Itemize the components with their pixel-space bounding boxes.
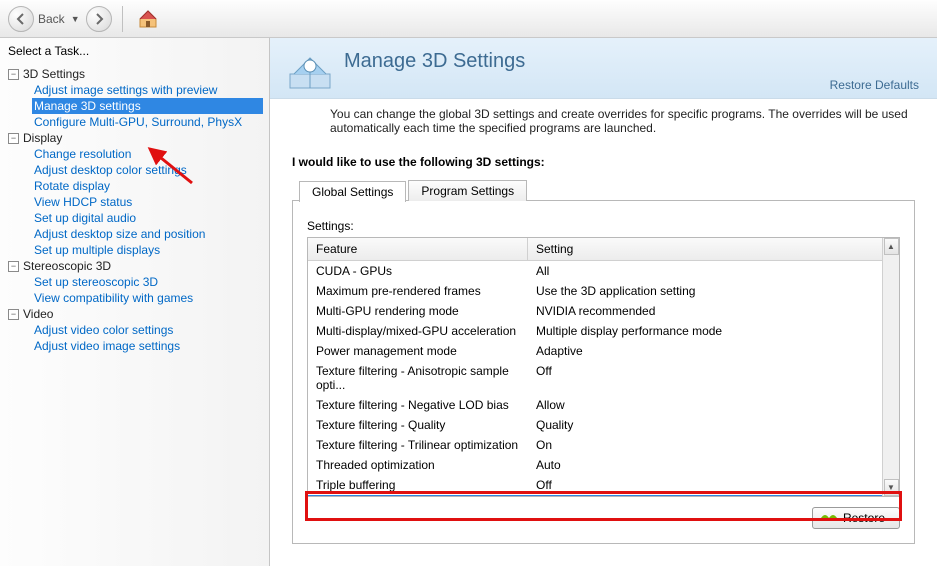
back-label: Back bbox=[38, 12, 65, 26]
tree-link[interactable]: Adjust image settings with preview bbox=[32, 82, 263, 98]
settings-row[interactable]: Texture filtering - QualityQuality bbox=[308, 415, 899, 435]
tree-group[interactable]: −Video bbox=[6, 306, 263, 322]
feature-cell: Triple buffering bbox=[308, 475, 528, 495]
tree-group-label: 3D Settings bbox=[23, 67, 85, 81]
arrow-right-icon bbox=[93, 13, 105, 25]
home-button[interactable] bbox=[133, 6, 163, 32]
feature-cell: Texture filtering - Trilinear optimizati… bbox=[308, 435, 528, 455]
collapse-icon[interactable]: − bbox=[8, 133, 19, 144]
tree-link[interactable]: Change resolution bbox=[32, 146, 263, 162]
setting-cell[interactable]: Auto bbox=[528, 455, 899, 475]
toolbar-separator bbox=[122, 6, 123, 32]
manage-3d-icon bbox=[288, 48, 332, 92]
settings-row[interactable]: Texture filtering - Anisotropic sample o… bbox=[308, 361, 899, 395]
settings-row[interactable]: Multi-GPU rendering modeNVIDIA recommend… bbox=[308, 301, 899, 321]
collapse-icon[interactable]: − bbox=[8, 261, 19, 272]
settings-row[interactable]: Multi-display/mixed-GPU accelerationMult… bbox=[308, 321, 899, 341]
restore-defaults-link[interactable]: Restore Defaults bbox=[830, 78, 919, 92]
tree-link[interactable]: Configure Multi-GPU, Surround, PhysX bbox=[32, 114, 263, 130]
back-button[interactable] bbox=[8, 6, 34, 32]
grid-header: Feature Setting bbox=[308, 238, 899, 261]
page-description: You can change the global 3D settings an… bbox=[270, 99, 937, 149]
feature-cell: Texture filtering - Quality bbox=[308, 415, 528, 435]
tree-link[interactable]: Set up digital audio bbox=[32, 210, 263, 226]
setting-cell[interactable]: Adaptive bbox=[528, 341, 899, 361]
col-header-setting[interactable]: Setting bbox=[528, 238, 899, 260]
tree-link[interactable]: Adjust desktop size and position bbox=[32, 226, 263, 242]
tree-group-label: Video bbox=[23, 307, 53, 321]
scroll-down-button[interactable]: ▼ bbox=[884, 479, 899, 496]
feature-cell: Texture filtering - Negative LOD bias bbox=[308, 395, 528, 415]
tree-link[interactable]: Set up stereoscopic 3D bbox=[32, 274, 263, 290]
feature-cell: Power management mode bbox=[308, 341, 528, 361]
setting-cell[interactable]: All bbox=[528, 261, 899, 281]
settings-row[interactable]: Threaded optimizationAuto bbox=[308, 455, 899, 475]
feature-cell: Vertical sync bbox=[308, 495, 528, 496]
setting-cell[interactable]: Multiple display performance mode bbox=[528, 321, 899, 341]
setting-cell[interactable]: NVIDIA recommended bbox=[528, 301, 899, 321]
setting-cell[interactable]: Quality bbox=[528, 415, 899, 435]
tree-link[interactable]: View HDCP status bbox=[32, 194, 263, 210]
settings-panel: Global SettingsProgram Settings Settings… bbox=[292, 200, 915, 544]
feature-cell: Multi-GPU rendering mode bbox=[308, 301, 528, 321]
feature-cell: Threaded optimization bbox=[308, 455, 528, 475]
collapse-icon[interactable]: − bbox=[8, 69, 19, 80]
tree-link[interactable]: Adjust desktop color settings bbox=[32, 162, 263, 178]
settings-row[interactable]: Texture filtering - Trilinear optimizati… bbox=[308, 435, 899, 455]
scroll-up-button[interactable]: ▲ bbox=[884, 238, 899, 255]
settings-row[interactable]: Power management modeAdaptive bbox=[308, 341, 899, 361]
settings-row[interactable]: Triple bufferingOff bbox=[308, 475, 899, 495]
settings-row[interactable]: Vertical syncAdaptive▼ bbox=[308, 495, 899, 496]
col-header-feature[interactable]: Feature bbox=[308, 238, 528, 260]
tab[interactable]: Global Settings bbox=[299, 181, 406, 202]
sidebar: Select a Task... −3D SettingsAdjust imag… bbox=[0, 38, 270, 566]
setting-cell[interactable]: On bbox=[528, 435, 899, 455]
tree-link[interactable]: Set up multiple displays bbox=[32, 242, 263, 258]
tree-group[interactable]: −Stereoscopic 3D bbox=[6, 258, 263, 274]
arrow-left-icon bbox=[15, 13, 27, 25]
feature-cell: Maximum pre-rendered frames bbox=[308, 281, 528, 301]
settings-label: Settings: bbox=[307, 219, 900, 233]
restore-button[interactable]: Restore bbox=[812, 507, 900, 529]
nvidia-logo-icon bbox=[821, 512, 837, 524]
tree-group[interactable]: −3D Settings bbox=[6, 66, 263, 82]
tree-group[interactable]: −Display bbox=[6, 130, 263, 146]
home-icon bbox=[137, 9, 159, 29]
banner: Manage 3D Settings Restore Defaults bbox=[270, 38, 937, 99]
tree-link[interactable]: Adjust video color settings bbox=[32, 322, 263, 338]
section-title: I would like to use the following 3D set… bbox=[292, 155, 915, 179]
scrollbar[interactable]: ▲ ▼ bbox=[882, 238, 899, 496]
settings-section: I would like to use the following 3D set… bbox=[270, 149, 937, 556]
back-dropdown[interactable]: ▼ bbox=[71, 14, 80, 24]
restore-button-label: Restore bbox=[843, 511, 885, 525]
tree-link[interactable]: Manage 3D settings bbox=[32, 98, 263, 114]
setting-cell[interactable]: Allow bbox=[528, 395, 899, 415]
tree-group-label: Stereoscopic 3D bbox=[23, 259, 111, 273]
tree-link[interactable]: Rotate display bbox=[32, 178, 263, 194]
task-tree: −3D SettingsAdjust image settings with p… bbox=[0, 64, 269, 566]
sidebar-title: Select a Task... bbox=[0, 38, 269, 64]
settings-row[interactable]: Maximum pre-rendered framesUse the 3D ap… bbox=[308, 281, 899, 301]
tab[interactable]: Program Settings bbox=[408, 180, 527, 201]
tabs-bar: Global SettingsProgram Settings bbox=[299, 180, 529, 201]
settings-row[interactable]: Texture filtering - Negative LOD biasAll… bbox=[308, 395, 899, 415]
page-title: Manage 3D Settings bbox=[344, 50, 525, 73]
feature-cell: Multi-display/mixed-GPU acceleration bbox=[308, 321, 528, 341]
setting-cell[interactable]: Use the 3D application setting bbox=[528, 281, 899, 301]
toolbar: Back ▼ bbox=[0, 0, 937, 38]
tree-group-label: Display bbox=[23, 131, 62, 145]
tree-link[interactable]: Adjust video image settings bbox=[32, 338, 263, 354]
settings-grid: Feature Setting CUDA - GPUsAllMaximum pr… bbox=[307, 237, 900, 497]
setting-cell[interactable]: Adaptive▼ bbox=[528, 495, 899, 496]
setting-cell[interactable]: Off bbox=[528, 475, 899, 495]
tree-link[interactable]: View compatibility with games bbox=[32, 290, 263, 306]
feature-cell: Texture filtering - Anisotropic sample o… bbox=[308, 361, 528, 395]
main-panel: Manage 3D Settings Restore Defaults You … bbox=[270, 38, 937, 566]
settings-row[interactable]: CUDA - GPUsAll bbox=[308, 261, 899, 281]
collapse-icon[interactable]: − bbox=[8, 309, 19, 320]
setting-cell[interactable]: Off bbox=[528, 361, 899, 395]
forward-button[interactable] bbox=[86, 6, 112, 32]
feature-cell: CUDA - GPUs bbox=[308, 261, 528, 281]
grid-body: CUDA - GPUsAllMaximum pre-rendered frame… bbox=[308, 261, 899, 496]
